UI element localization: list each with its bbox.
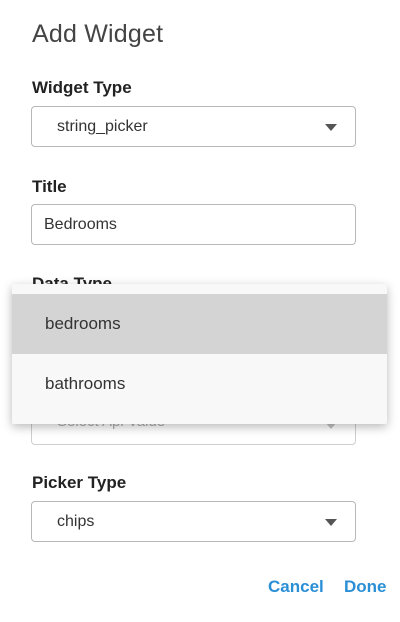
widget-type-label: Widget Type xyxy=(32,78,132,97)
chevron-down-icon xyxy=(325,519,337,526)
cancel-button[interactable]: Cancel xyxy=(268,577,324,597)
dialog-title: Add Widget xyxy=(32,20,164,48)
picker-type-select[interactable]: chips xyxy=(31,501,356,542)
title-label: Title xyxy=(32,177,67,196)
widget-type-value: string_picker xyxy=(57,118,148,135)
title-input[interactable]: Bedrooms xyxy=(31,204,356,245)
picker-type-value: chips xyxy=(57,513,95,530)
add-widget-dialog: Add Widget Widget Type string_picker Tit… xyxy=(0,0,400,622)
title-input-value: Bedrooms xyxy=(44,216,117,233)
option-label: bedrooms xyxy=(45,314,121,333)
option-label: bathrooms xyxy=(45,374,126,393)
widget-type-select[interactable]: string_picker xyxy=(31,106,356,147)
chevron-down-icon xyxy=(325,124,337,131)
done-button[interactable]: Done xyxy=(344,577,387,597)
dropdown-option-bathrooms[interactable]: bathrooms xyxy=(12,354,387,414)
picker-type-label: Picker Type xyxy=(32,473,127,492)
data-type-dropdown-menu: bedrooms bathrooms xyxy=(12,284,387,424)
dropdown-option-bedrooms[interactable]: bedrooms xyxy=(12,294,387,354)
